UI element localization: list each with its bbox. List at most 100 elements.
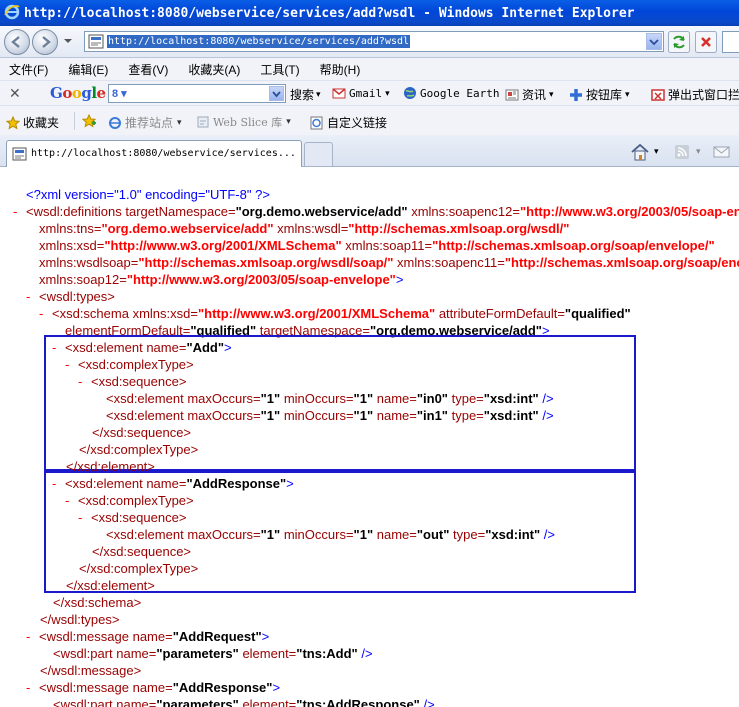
chevron-down-icon (272, 91, 281, 98)
xml-ns-line: xmlns:tns="org.demo.webservice/add" xmln… (39, 221, 570, 236)
address-url: http://localhost:8080/webservice/service… (107, 35, 411, 48)
plus-icon (570, 88, 582, 101)
gmail-label: Gmail (349, 86, 383, 100)
xml-message-addrequest: <wsdl:message name="AddRequest"> (39, 629, 270, 644)
gmail-icon (332, 88, 346, 99)
xml-sequence-open: <xsd:sequence> (91, 374, 187, 389)
button-gallery-label: 按钮库 (586, 88, 623, 102)
window-title: http://localhost:8080/webservice/service… (24, 5, 635, 21)
xml-element-close: </xsd:element> (66, 578, 155, 593)
menu-help[interactable]: 帮助(H) (320, 61, 361, 78)
ie-logo-icon (4, 4, 20, 20)
custom-links-link[interactable]: 自定义链接 (310, 114, 387, 131)
menu-view[interactable]: 查看(V) (128, 61, 168, 78)
google-search-button[interactable]: 搜索 ▾ (290, 86, 321, 103)
suggested-sites-link[interactable]: 推荐站点 ▾ (108, 114, 182, 131)
new-tab-button[interactable] (304, 142, 333, 166)
menu-bar: 文件(F) 编辑(E) 查看(V) 收藏夹(A) 工具(T) 帮助(H) (0, 58, 739, 80)
web-slice-icon (197, 116, 209, 128)
google-earth-button[interactable]: Google Earth (403, 86, 499, 100)
news-label: 资讯 (522, 88, 547, 102)
page-icon (88, 34, 104, 49)
xml-definitions-open: <wsdl:definitions targetNamespace="org.d… (26, 204, 739, 219)
tab-bar: http://localhost:8080/webservice/service… (0, 135, 739, 167)
xml-schema-close: </xsd:schema> (53, 595, 142, 610)
collapse-toggle[interactable]: - (26, 680, 30, 696)
feed-dropdown-icon[interactable]: ▾ (696, 146, 701, 157)
collapse-toggle[interactable]: - (65, 357, 69, 373)
popup-blocker-label: 弹出式窗口拦 (668, 88, 739, 102)
news-button[interactable]: 资讯 ▾ (505, 86, 554, 103)
xml-declaration: <?xml version="1.0" encoding="UTF-8" ?> (26, 187, 270, 202)
collapse-toggle[interactable]: - (26, 289, 30, 305)
page-icon (12, 147, 27, 161)
suggested-sites-label: 推荐站点 (125, 116, 174, 130)
collapse-toggle[interactable]: - (26, 629, 30, 645)
chevron-down-icon (649, 39, 659, 46)
menu-file[interactable]: 文件(F) (9, 61, 48, 78)
xml-complextype-close: </xsd:complexType> (79, 561, 199, 576)
ie-page-icon (310, 116, 323, 129)
menu-favorites[interactable]: 收藏夹(A) (188, 61, 240, 78)
popup-blocker-button[interactable]: 弹出式窗口拦 (651, 86, 739, 103)
menu-tools[interactable]: 工具(T) (260, 61, 299, 78)
google-search-label: 搜索 (290, 88, 315, 102)
collapse-toggle[interactable]: - (39, 306, 43, 322)
google-search-dropdown[interactable] (269, 86, 284, 101)
collapse-toggle[interactable]: - (52, 340, 56, 356)
collapse-toggle[interactable]: - (52, 476, 56, 492)
xml-ns-line: xmlns:xsd="http://www.w3.org/2001/XMLSch… (39, 238, 715, 253)
close-icon[interactable]: ✕ (9, 85, 21, 102)
rss-feed-icon[interactable] (672, 143, 692, 161)
xml-sequence-close: </xsd:sequence> (92, 544, 192, 559)
home-dropdown-icon[interactable]: ▾ (654, 146, 659, 157)
globe-icon (404, 87, 416, 99)
address-dropdown-button[interactable] (646, 33, 662, 50)
xml-types-open: <wsdl:types> (39, 289, 115, 304)
menu-edit[interactable]: 编辑(E) (68, 61, 108, 78)
xml-element-add: <xsd:element name="Add"> (65, 340, 232, 355)
google-search-input[interactable]: 8 ▾ (108, 84, 286, 103)
xml-message-close: </wsdl:message> (40, 663, 142, 678)
google-logo[interactable]: Google (50, 84, 106, 102)
refresh-icon[interactable] (668, 31, 690, 53)
google-toolbar: ✕ Google 8 ▾ 搜索 ▾ Gmail ▾ Google Earth 资… (0, 80, 739, 105)
xml-sequence-close: </xsd:sequence> (92, 425, 192, 440)
favorites-button[interactable]: 收藏夹 (6, 114, 59, 131)
xml-element-in0: <xsd:element maxOccurs="1" minOccurs="1"… (106, 391, 554, 406)
address-input[interactable]: http://localhost:8080/webservice/service… (84, 31, 664, 52)
xml-sequence-open: <xsd:sequence> (91, 510, 187, 525)
xml-ns-line: xmlns:wsdlsoap="http://schemas.xmlsoap.o… (39, 255, 739, 270)
mail-icon[interactable] (712, 143, 732, 161)
google-earth-label: Google Earth (420, 86, 500, 100)
button-gallery-button[interactable]: 按钮库 ▾ (569, 86, 630, 103)
collapse-toggle[interactable]: - (13, 204, 17, 220)
collapse-toggle[interactable]: - (65, 493, 69, 509)
xml-complextype-open: <xsd:complexType> (78, 493, 194, 508)
home-icon[interactable] (630, 143, 650, 161)
back-button[interactable] (4, 29, 30, 55)
xml-element-out: <xsd:element maxOccurs="1" minOccurs="1"… (106, 527, 555, 542)
history-dropdown-icon[interactable] (63, 36, 73, 46)
window-titlebar: http://localhost:8080/webservice/service… (0, 0, 739, 26)
collapse-toggle[interactable]: - (78, 374, 82, 390)
xml-complextype-close: </xsd:complexType> (79, 442, 199, 457)
popup-blocker-icon (651, 88, 665, 101)
add-favorites-icon-button[interactable] (82, 114, 99, 128)
add-star-icon (82, 114, 96, 128)
web-slice-gallery-link[interactable]: Web Slice 库 ▾ (196, 114, 291, 130)
gmail-button[interactable]: Gmail ▾ (332, 86, 390, 100)
collapse-toggle[interactable]: - (78, 510, 82, 526)
star-icon (6, 115, 20, 130)
xml-types-close: </wsdl:types> (40, 612, 120, 627)
address-toolbar: http://localhost:8080/webservice/service… (0, 26, 739, 58)
forward-button[interactable] (32, 29, 58, 55)
live-search-input[interactable] (722, 31, 739, 53)
xml-element-in1: <xsd:element maxOccurs="1" minOccurs="1"… (106, 408, 554, 423)
tab-current[interactable]: http://localhost:8080/webservice/service… (6, 140, 302, 167)
xml-element-addresponse: <xsd:element name="AddResponse"> (65, 476, 294, 491)
xml-message-addresponse: <wsdl:message name="AddResponse"> (39, 680, 281, 695)
stop-icon[interactable] (695, 31, 717, 53)
xml-document-view: <?xml version="1.0" encoding="UTF-8" ?> … (0, 168, 739, 707)
xml-complextype-open: <xsd:complexType> (78, 357, 194, 372)
